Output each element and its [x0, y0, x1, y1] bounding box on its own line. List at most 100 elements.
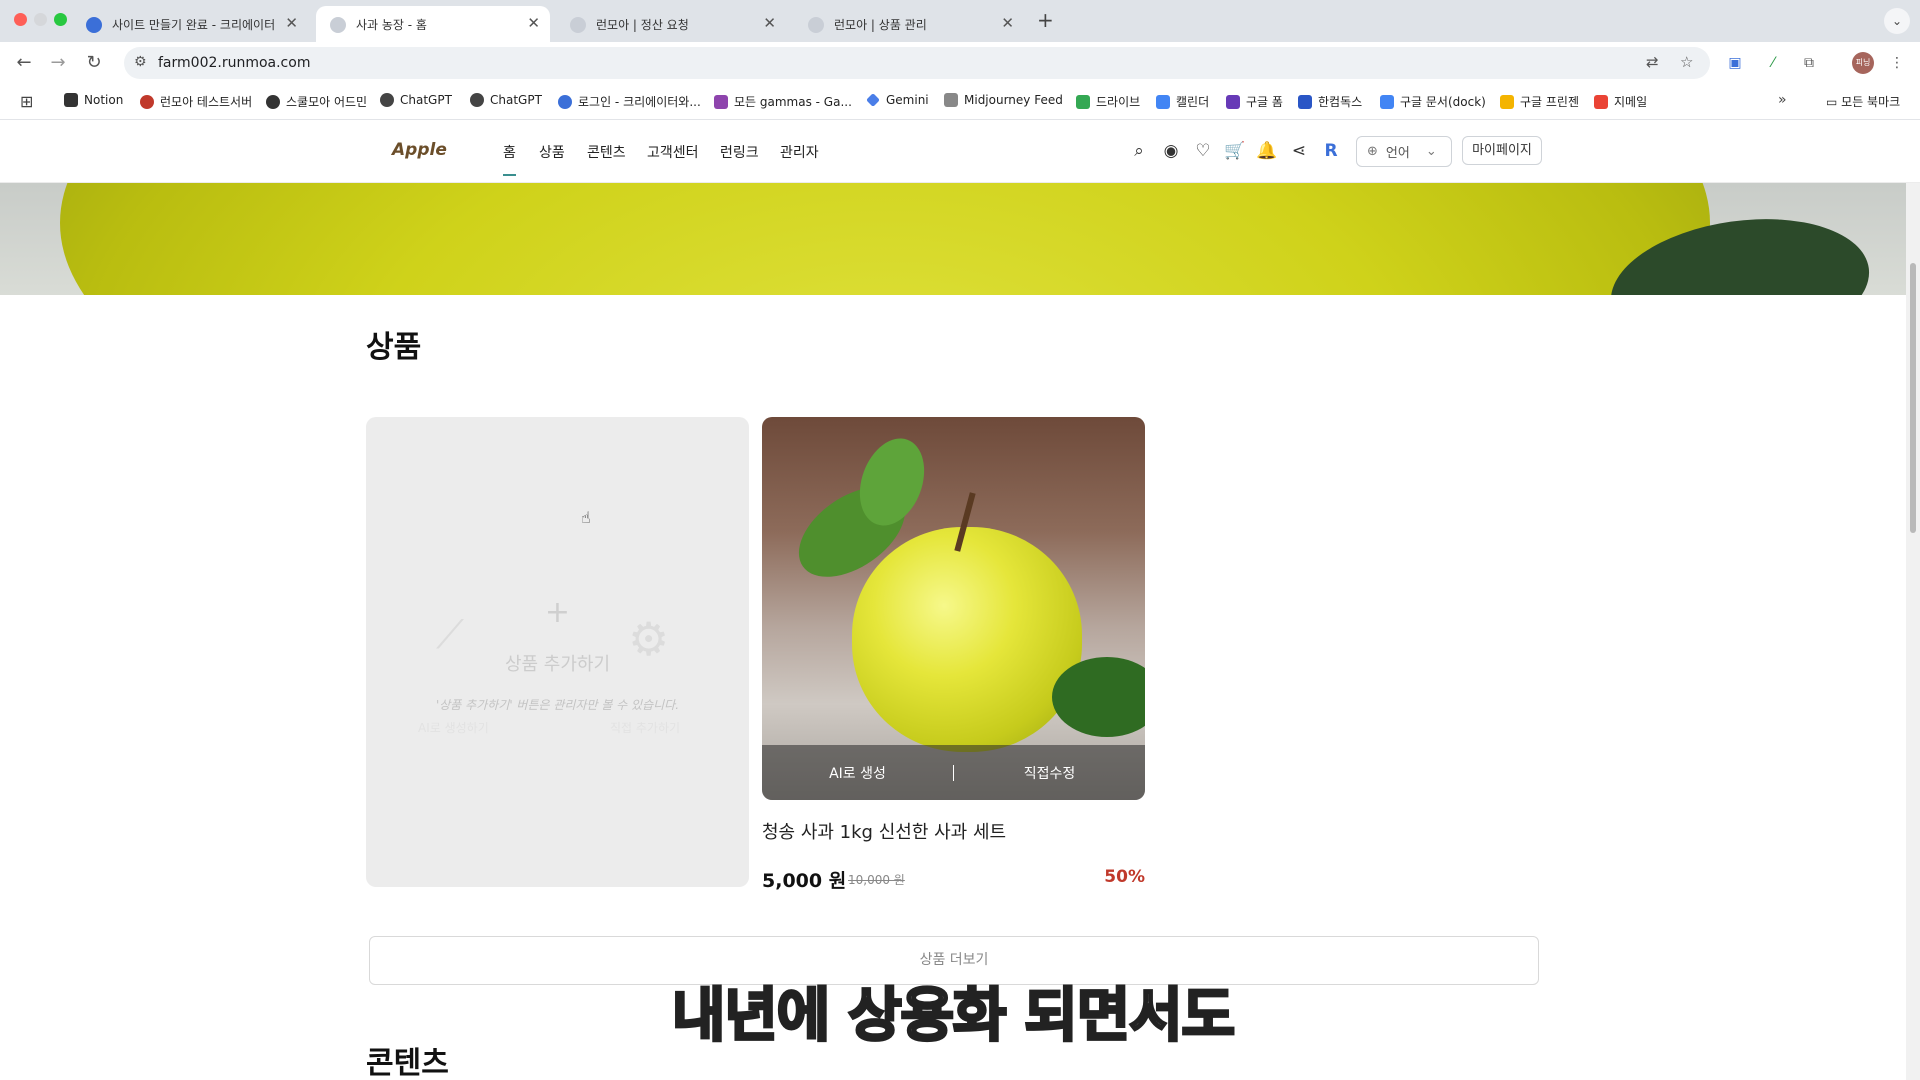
browser-tab[interactable]: 사이트 만들기 완료 - 크리에이터의 ✕: [72, 6, 308, 42]
gemini-icon: [866, 93, 880, 107]
add-product-card[interactable]: ⟋ ⚙ + 상품 추가하기 '상품 추가하기' 버튼은 관리자만 볼 수 있습니…: [366, 417, 749, 887]
translate-icon[interactable]: ⇄: [1646, 53, 1659, 71]
products-section-title: 상품: [366, 330, 422, 365]
close-tab-icon[interactable]: ✕: [527, 14, 540, 32]
site-info-icon[interactable]: ⚙: [134, 54, 147, 70]
ai-generate-ghost-link[interactable]: AI로 생성하기: [418, 719, 489, 736]
share-icon[interactable]: ⋖: [1287, 139, 1311, 163]
wishlist-heart-icon[interactable]: ♡: [1191, 139, 1215, 163]
calendar-icon: [1156, 94, 1170, 109]
bookmark-label: Notion: [84, 93, 124, 107]
browser-tab-active[interactable]: 사과 농장 - 홈 ✕: [316, 6, 550, 42]
tab-title: 사과 농장 - 홈: [356, 17, 427, 32]
profile-avatar[interactable]: 피닝: [1852, 52, 1874, 74]
folder-icon: ▭: [1826, 95, 1842, 109]
bookmark-label: 지메일: [1614, 95, 1648, 109]
all-bookmarks-folder[interactable]: ▭ 모든 북마크: [1826, 93, 1900, 110]
bookmark-item[interactable]: ChatGPT: [380, 93, 452, 107]
browser-tab-bar: 사이트 만들기 완료 - 크리에이터의 ✕ 사과 농장 - 홈 ✕ 런모아 | …: [0, 0, 1920, 42]
chatgpt-icon: [470, 93, 484, 107]
bookmark-label: 스쿨모아 어드민: [286, 95, 368, 109]
page-scrollbar[interactable]: [1906, 183, 1920, 1080]
bookmark-item[interactable]: 스쿨모아 어드민: [266, 93, 367, 110]
close-tab-icon[interactable]: ✕: [1001, 14, 1014, 32]
nav-home[interactable]: 홈: [503, 142, 516, 176]
edit-directly-button[interactable]: 직접수정: [954, 763, 1145, 783]
bookmark-item[interactable]: 모든 gammas - Ga...: [714, 93, 852, 110]
bookmark-label: 모든 gammas - Ga...: [734, 95, 852, 109]
product-card[interactable]: AI로 생성 직접수정 청송 사과 1kg 신선한 사과 세트 5,000 원 …: [762, 417, 1145, 892]
bookmark-item[interactable]: 런모아 테스트서버: [140, 93, 252, 110]
tab-title: 사이트 만들기 완료 - 크리에이터의: [112, 17, 274, 32]
hancom-docs-icon: [1298, 94, 1312, 109]
browser-toolbar: ← → ↻ ⚙ farm002.runmoa.com ⇄ ☆ ▣ ⁄ ⧉ 피닝 …: [0, 42, 1920, 84]
url-text[interactable]: farm002.runmoa.com: [158, 55, 310, 71]
reload-icon[interactable]: ↻: [82, 51, 106, 75]
bookmark-item[interactable]: 한컴독스: [1298, 93, 1362, 110]
bookmark-item[interactable]: Gemini: [866, 93, 929, 107]
bookmark-item[interactable]: 캘린더: [1156, 93, 1209, 110]
close-window-button[interactable]: [14, 13, 27, 26]
address-bar[interactable]: ⚙ farm002.runmoa.com ⇄ ☆: [124, 47, 1710, 79]
bookmark-item[interactable]: 드라이브: [1076, 93, 1140, 110]
more-menu-icon[interactable]: ⋮: [1886, 52, 1908, 74]
bookmark-item[interactable]: 지메일: [1594, 93, 1647, 110]
bookmark-item[interactable]: 로그인 - 크리에이터와...: [558, 93, 701, 110]
nav-runlink[interactable]: 런링크: [720, 142, 759, 162]
bookmark-label: 로그인 - 크리에이터와...: [578, 95, 701, 109]
video-subtitle: 내년에 상용화 되면서도: [671, 980, 1237, 1051]
more-bookmarks-chevron-icon[interactable]: »: [1778, 92, 1787, 108]
extensions-puzzle-icon[interactable]: ⧉: [1798, 52, 1820, 74]
bookmark-label: 캘린더: [1176, 95, 1210, 109]
back-arrow-icon[interactable]: ←: [12, 51, 36, 75]
notification-bell-icon[interactable]: 🔔: [1255, 139, 1279, 163]
language-select[interactable]: ⊕ 언어 ⌄: [1356, 136, 1452, 167]
product-image[interactable]: AI로 생성 직접수정: [762, 417, 1145, 800]
browser-tab[interactable]: 런모아 | 상품 관리 ✕: [794, 6, 1024, 42]
bookmark-label: 런모아 테스트서버: [160, 95, 253, 109]
notion-icon: [64, 93, 78, 107]
close-tab-icon[interactable]: ✕: [763, 14, 776, 32]
apps-grid-icon[interactable]: ⊞: [20, 92, 33, 111]
bookmark-star-icon[interactable]: ☆: [1680, 53, 1693, 71]
google-drive-icon: [1076, 94, 1090, 109]
translate-extension-icon[interactable]: ▣: [1724, 52, 1746, 74]
nav-products[interactable]: 상품: [539, 142, 565, 162]
bookmark-label: 한컴독스: [1318, 95, 1363, 109]
close-tab-icon[interactable]: ✕: [285, 14, 298, 32]
nav-customer-center[interactable]: 고객센터: [647, 142, 699, 162]
mypage-button[interactable]: 마이페이지: [1462, 136, 1542, 165]
scrollbar-thumb[interactable]: [1910, 263, 1916, 533]
site-header: Apple 홈 상품 콘텐츠 고객센터 런링크 관리자 ⌕ ◉ ♡ 🛒 🔔 ⋖ …: [0, 120, 1920, 183]
leaf-shape: [1052, 657, 1145, 737]
bookmark-item[interactable]: 구글 폼: [1226, 93, 1283, 110]
google-forms-icon: [1226, 94, 1240, 109]
site-logo[interactable]: Apple: [392, 140, 447, 160]
bookmark-item[interactable]: ChatGPT: [470, 93, 542, 107]
forward-arrow-icon[interactable]: →: [46, 51, 70, 75]
minimize-window-button[interactable]: [34, 13, 47, 26]
bookmark-item[interactable]: 구글 프린젠: [1500, 93, 1579, 110]
tab-title: 런모아 | 정산 요청: [596, 17, 689, 32]
bookmark-label: 구글 문서(dock): [1400, 95, 1486, 109]
browser-tab[interactable]: 런모아 | 정산 요청 ✕: [556, 6, 786, 42]
search-icon[interactable]: ⌕: [1127, 139, 1151, 163]
maximize-window-button[interactable]: [54, 13, 67, 26]
user-account-icon[interactable]: ◉: [1159, 139, 1183, 163]
nav-contents[interactable]: 콘텐츠: [587, 142, 626, 162]
cart-icon[interactable]: 🛒: [1223, 139, 1247, 163]
pen-extension-icon[interactable]: ⁄: [1762, 52, 1784, 74]
bookmark-item[interactable]: 구글 문서(dock): [1380, 93, 1486, 110]
bookmarks-bar: ⊞ Notion 런모아 테스트서버 스쿨모아 어드민 ChatGPT Chat…: [0, 84, 1920, 120]
runmoa-logo-icon[interactable]: R: [1319, 139, 1343, 163]
all-bookmarks-label: 모든 북마크: [1841, 95, 1901, 109]
bookmark-item[interactable]: Midjourney Feed: [944, 93, 1063, 107]
product-name[interactable]: 청송 사과 1kg 신선한 사과 세트: [762, 818, 1145, 844]
nav-admin[interactable]: 관리자: [780, 142, 819, 162]
product-image-overlay: AI로 생성 직접수정: [762, 745, 1145, 800]
manual-add-ghost-link[interactable]: 직접 추가하기: [610, 719, 680, 736]
tab-search-chevron-icon[interactable]: ⌄: [1884, 8, 1910, 34]
bookmark-item[interactable]: Notion: [64, 93, 123, 107]
new-tab-button[interactable]: +: [1037, 8, 1054, 32]
ai-generate-button[interactable]: AI로 생성: [762, 763, 953, 783]
